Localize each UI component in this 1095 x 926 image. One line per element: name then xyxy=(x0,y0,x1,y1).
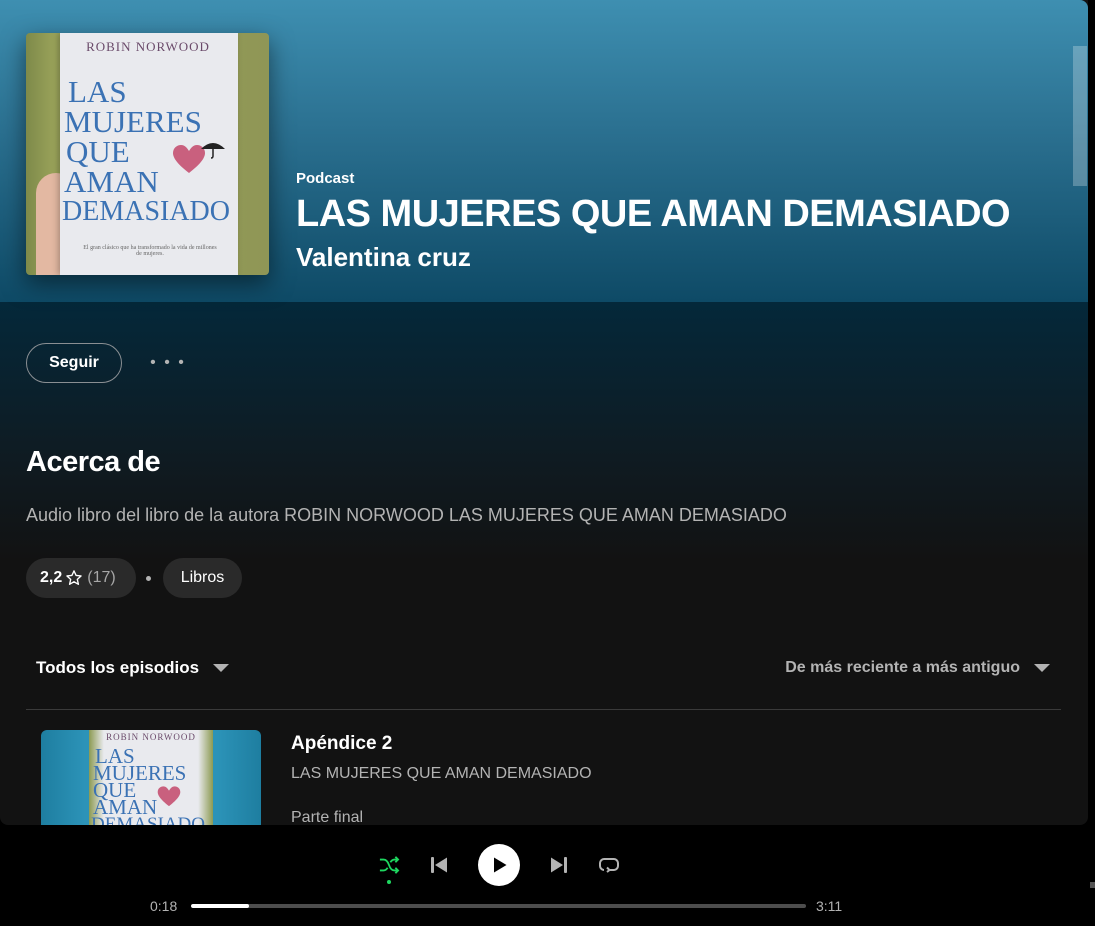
previous-icon xyxy=(431,857,447,873)
main-view: ROBIN NORWOOD LAS MUJERES QUE AMAN DEMAS… xyxy=(0,0,1088,825)
elapsed-time: 0:18 xyxy=(150,898,178,914)
cover-book-author: ROBIN NORWOOD xyxy=(86,39,210,54)
window-edge xyxy=(1090,882,1095,888)
podcast-cover-art: ROBIN NORWOOD LAS MUJERES QUE AMAN DEMAS… xyxy=(26,33,269,275)
shuffle-icon xyxy=(379,856,400,874)
about-heading: Acerca de xyxy=(26,446,161,478)
follow-button[interactable]: Seguir xyxy=(26,343,122,383)
podcast-author-link[interactable]: Valentina cruz xyxy=(296,242,471,273)
cover-tagline: El gran clásico que ha transformado la v… xyxy=(83,245,217,257)
repeat-icon xyxy=(599,858,619,873)
episode-show-name[interactable]: LAS MUJERES QUE AMAN DEMASIADO xyxy=(291,765,592,783)
sort-dropdown[interactable]: De más reciente a más antiguo xyxy=(785,656,1050,680)
category-tag[interactable]: Libros xyxy=(163,558,242,598)
next-icon xyxy=(551,857,567,873)
cover-title-line: MUJERES xyxy=(64,104,202,139)
thumb-book-author: ROBIN NORWOOD xyxy=(106,732,196,742)
heart-icon xyxy=(157,786,181,807)
page-title: LAS MUJERES QUE AMAN DEMASIADO xyxy=(296,193,1011,235)
scrollbar-thumb[interactable] xyxy=(1073,46,1087,186)
chevron-down-icon xyxy=(213,664,230,672)
umbrella-icon xyxy=(201,143,225,159)
episodes-filter-label: Todos los episodios xyxy=(36,658,200,677)
content-type-label: Podcast xyxy=(296,170,355,187)
episodes-filter-dropdown[interactable]: Todos los episodios xyxy=(36,656,230,680)
total-time: 3:11 xyxy=(816,898,843,914)
repeat-button[interactable] xyxy=(596,852,622,878)
play-icon xyxy=(494,857,507,873)
sort-label: De más reciente a más antiguo xyxy=(785,659,1020,676)
star-icon xyxy=(66,570,82,585)
shuffle-button[interactable] xyxy=(374,852,404,878)
cover-title-line: DEMASIADO xyxy=(62,196,230,227)
cover-title-line: AMAN xyxy=(64,164,159,199)
divider xyxy=(26,709,1061,710)
rating-count: (17) xyxy=(87,569,116,586)
more-options-button[interactable]: • • • xyxy=(148,350,188,376)
play-button[interactable] xyxy=(478,844,520,886)
cover-title-line: LAS xyxy=(68,74,127,109)
cover-title-line: QUE xyxy=(66,134,130,169)
rating-button[interactable]: 2,2 (17) xyxy=(26,558,136,598)
playback-bar: 0:18 3:11 xyxy=(0,825,1095,926)
previous-button[interactable] xyxy=(426,852,452,878)
chevron-down-icon xyxy=(1034,664,1050,672)
about-description: Audio libro del libro de la autora ROBIN… xyxy=(26,505,787,525)
episode-title[interactable]: Apéndice 2 xyxy=(291,733,392,755)
episode-description: Parte final xyxy=(291,809,364,825)
progress-bar[interactable] xyxy=(191,904,806,908)
shuffle-active-indicator xyxy=(387,880,391,884)
separator-dot xyxy=(146,576,151,581)
thumb-title-line: DEMASIADO xyxy=(91,814,205,825)
rating-value: 2,2 xyxy=(40,569,63,586)
next-button[interactable] xyxy=(546,852,572,878)
episode-thumbnail[interactable]: ROBIN NORWOOD LAS MUJERES QUE AMAN DEMAS… xyxy=(41,730,261,825)
cover-book: ROBIN NORWOOD LAS MUJERES QUE AMAN DEMAS… xyxy=(60,33,238,275)
thumb-book: ROBIN NORWOOD LAS MUJERES QUE AMAN DEMAS… xyxy=(89,730,213,825)
progress-fill xyxy=(191,904,249,908)
